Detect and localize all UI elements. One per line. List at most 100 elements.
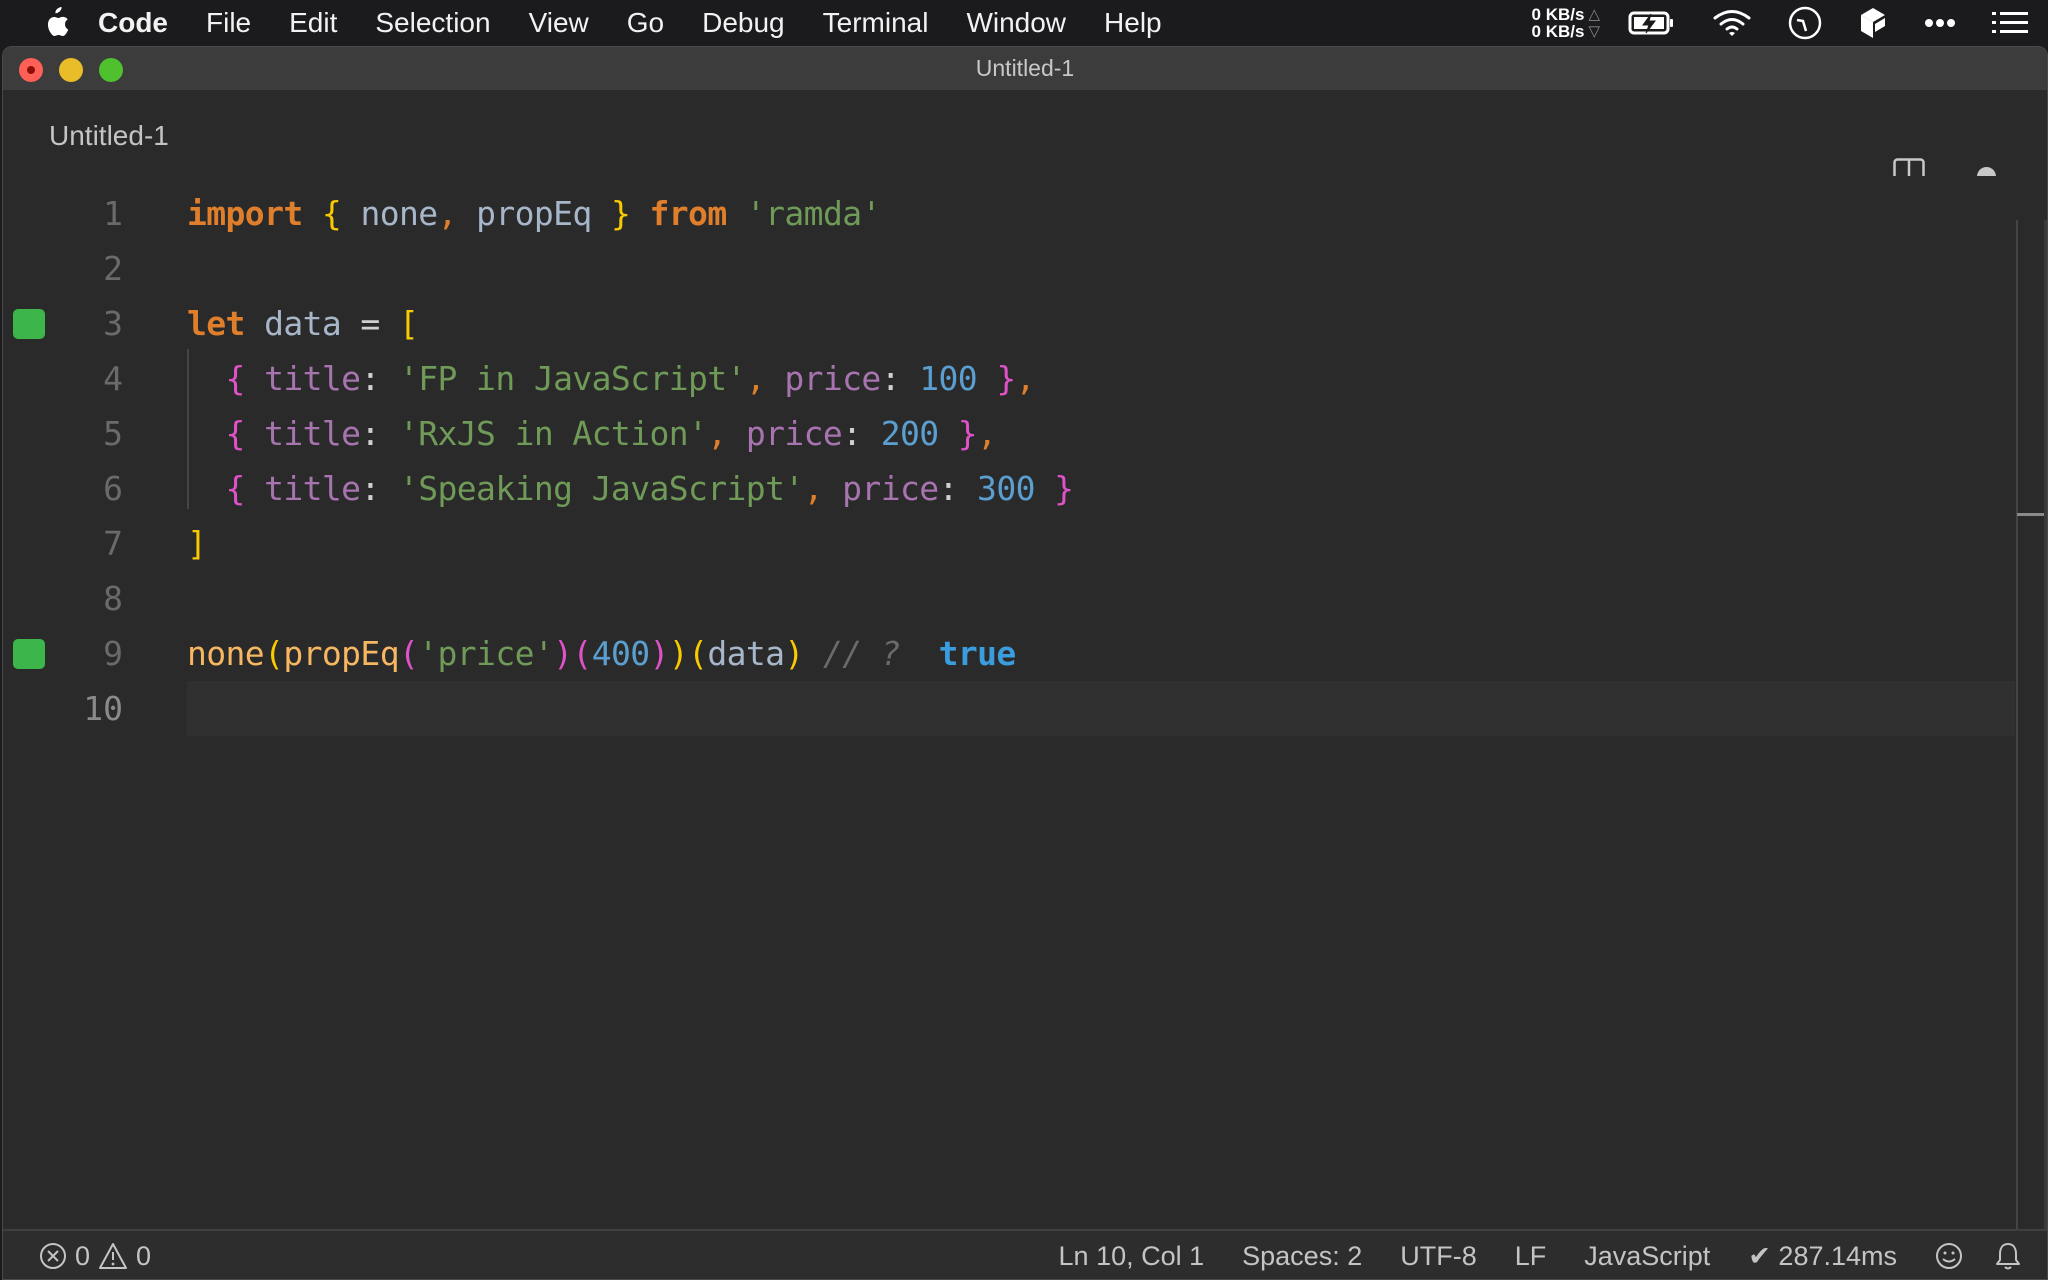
token-identifier: data xyxy=(244,304,361,343)
notifications-bell-icon[interactable] xyxy=(1995,1241,2021,1271)
code-line[interactable]: 8 xyxy=(3,571,2047,626)
token-string: 'price' xyxy=(418,634,554,673)
title-bar[interactable]: Untitled-1 xyxy=(3,47,2047,90)
editor-tab-bar: Untitled-1 xyxy=(3,90,2047,190)
more-dots-icon[interactable] xyxy=(1924,18,1956,28)
token-number: 300 xyxy=(957,469,1055,508)
window-title: Untitled-1 xyxy=(975,55,1075,81)
upload-rate: 0 KB/s xyxy=(1531,5,1585,24)
menu-debug[interactable]: Debug xyxy=(702,7,785,39)
token-number: 100 xyxy=(899,359,997,398)
cube-app-icon[interactable] xyxy=(1858,6,1888,40)
token-property: price xyxy=(822,469,939,508)
token-comma: , xyxy=(803,469,824,508)
feedback-smiley-icon[interactable] xyxy=(1935,1242,1963,1270)
code-line[interactable]: 1 import { none, propEq } from 'ramda' xyxy=(3,186,2047,241)
token-string: 'ramda' xyxy=(745,194,881,233)
code-line[interactable]: 3 let data = [ xyxy=(3,296,2047,351)
file-encoding[interactable]: UTF-8 xyxy=(1400,1241,1477,1272)
token-property: title xyxy=(244,414,361,453)
inline-result-value: true xyxy=(900,634,1017,673)
token-paren: ) xyxy=(649,634,670,673)
menu-app-name[interactable]: Code xyxy=(98,7,168,39)
token-operator: = xyxy=(360,304,380,343)
menu-edit[interactable]: Edit xyxy=(289,7,337,39)
token-identifier: data xyxy=(707,634,785,673)
line-content: none(propEq('price')(400))(data) // ? tr… xyxy=(187,634,1016,673)
token-string: 'Speaking JavaScript' xyxy=(379,469,804,508)
token-keyword: import xyxy=(187,194,303,233)
clock-icon[interactable] xyxy=(1788,6,1822,40)
line-number: 1 xyxy=(103,194,123,233)
token-colon: : xyxy=(360,359,380,398)
download-rate: 0 KB/s xyxy=(1531,22,1585,41)
status-bar-right: Ln 10, Col 1 Spaces: 2 UTF-8 LF JavaScri… xyxy=(1021,1241,2021,1272)
token-property: price xyxy=(726,414,843,453)
maximize-window-button[interactable] xyxy=(99,58,123,82)
close-window-button[interactable] xyxy=(19,58,43,82)
token-property: title xyxy=(244,469,361,508)
code-line[interactable]: 5 { title: 'RxJS in Action', price: 200 … xyxy=(3,406,2047,461)
menu-selection[interactable]: Selection xyxy=(375,7,490,39)
token-comma: , xyxy=(745,359,766,398)
code-line[interactable]: 7 ] xyxy=(3,516,2047,571)
end-of-line[interactable]: LF xyxy=(1515,1241,1547,1272)
menu-go[interactable]: Go xyxy=(627,7,664,39)
menu-file[interactable]: File xyxy=(206,7,251,39)
warning-icon xyxy=(98,1242,128,1270)
token-comma: , xyxy=(437,194,458,233)
warning-count: 0 xyxy=(136,1240,152,1271)
code-line-current[interactable] xyxy=(187,681,2015,736)
status-tray: 0 KB/s △ 0 KB/s ▽ xyxy=(1532,0,2048,46)
status-bar: 0 0 Ln 10, Col 1 Spaces: 2 UTF-8 LF Java… xyxy=(3,1229,2047,1279)
indentation-setting[interactable]: Spaces: 2 xyxy=(1242,1241,1362,1272)
token-property: title xyxy=(244,359,361,398)
line-number: 5 xyxy=(103,414,123,453)
token-brace: { xyxy=(225,359,246,398)
menu-terminal[interactable]: Terminal xyxy=(823,7,929,39)
battery-charging-icon[interactable] xyxy=(1628,10,1676,36)
token-paren: ( xyxy=(688,634,708,673)
menu-view[interactable]: View xyxy=(529,7,589,39)
token-bracket: ] xyxy=(187,524,207,563)
apple-menu-icon[interactable] xyxy=(40,6,70,40)
line-number: 3 xyxy=(103,304,123,343)
token-property: price xyxy=(765,359,881,398)
tab-untitled-1[interactable]: Untitled-1 xyxy=(49,120,169,152)
menu-window[interactable]: Window xyxy=(966,7,1066,39)
download-arrow-icon: ▽ xyxy=(1588,23,1600,40)
line-number: 2 xyxy=(103,249,123,288)
code-line[interactable]: 4 { title: 'FP in JavaScript', price: 10… xyxy=(3,351,2047,406)
quokka-timing[interactable]: ✔ 287.14ms xyxy=(1748,1241,1897,1272)
line-content: let data = [ xyxy=(187,304,419,343)
list-menu-icon[interactable] xyxy=(1992,11,2028,35)
network-monitor[interactable]: 0 KB/s △ 0 KB/s ▽ xyxy=(1532,6,1600,40)
token-brace: } xyxy=(1054,469,1074,508)
line-content: { title: 'FP in JavaScript', price: 100 … xyxy=(187,359,1036,398)
code-line[interactable]: 6 { title: 'Speaking JavaScript', price:… xyxy=(3,461,2047,516)
code-editor[interactable]: 1 import { none, propEq } from 'ramda' 2… xyxy=(3,176,2047,1230)
token-colon: : xyxy=(360,414,380,453)
code-line[interactable]: 2 xyxy=(3,241,2047,296)
code-line: 10 xyxy=(3,681,187,736)
token-string: 'RxJS in Action' xyxy=(379,414,708,453)
minimize-window-button[interactable] xyxy=(59,58,83,82)
token-comma: , xyxy=(707,414,727,453)
line-content: { title: 'Speaking JavaScript', price: 3… xyxy=(187,469,1074,508)
code-line[interactable]: 9 none(propEq('price')(400))(data) // ? … xyxy=(3,626,2047,681)
language-mode[interactable]: JavaScript xyxy=(1584,1241,1710,1272)
cursor-position[interactable]: Ln 10, Col 1 xyxy=(1059,1241,1205,1272)
problems-indicator[interactable]: 0 0 xyxy=(39,1241,151,1272)
token-brace: { xyxy=(225,469,246,508)
token-colon: : xyxy=(880,359,901,398)
menu-help[interactable]: Help xyxy=(1104,7,1162,39)
token-paren: ( xyxy=(398,634,419,673)
token-string: 'FP in JavaScript' xyxy=(379,359,746,398)
token-paren: ) xyxy=(668,634,689,673)
line-number: 6 xyxy=(103,469,123,508)
token-paren: ( xyxy=(572,634,592,673)
line-number: 8 xyxy=(103,579,123,618)
token-brace: { xyxy=(225,414,246,453)
error-icon xyxy=(39,1242,67,1270)
wifi-icon[interactable] xyxy=(1712,9,1752,37)
